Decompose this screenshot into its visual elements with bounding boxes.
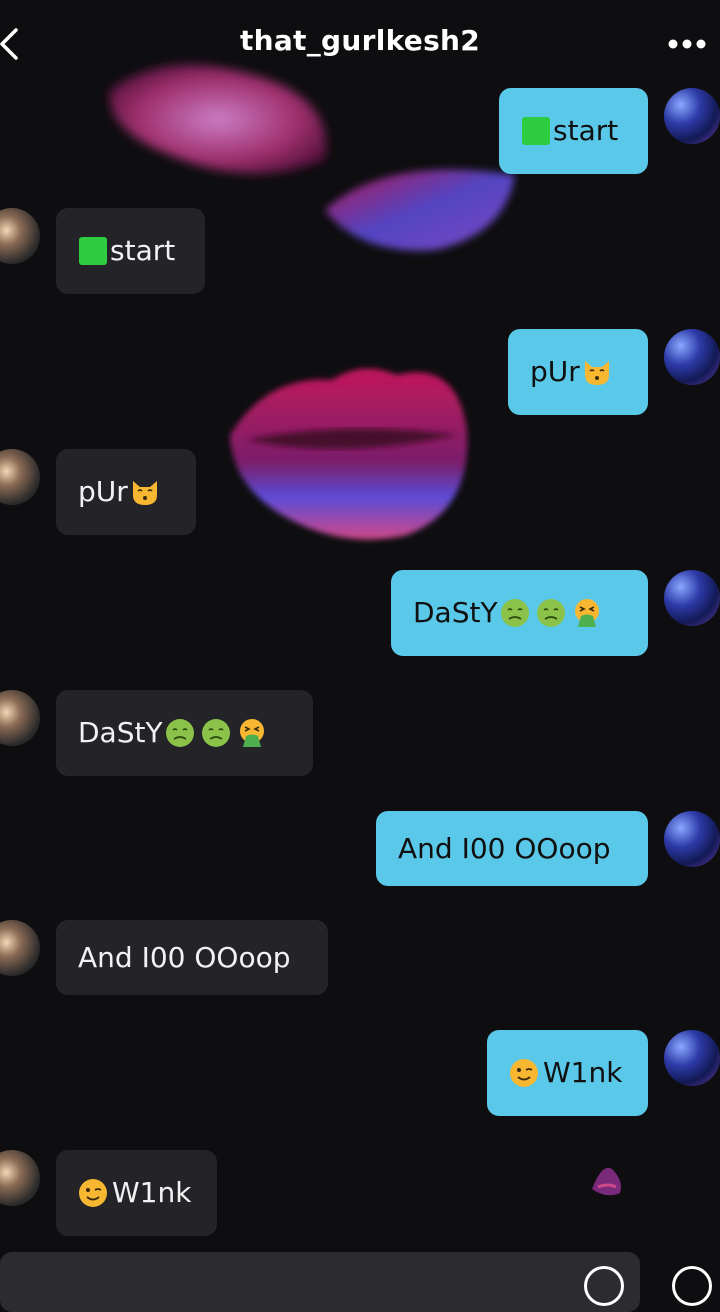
nauseated-face-emoji bbox=[536, 599, 565, 627]
winking-face-emoji bbox=[510, 1059, 538, 1087]
message-bubble-sent[interactable]: pUr bbox=[508, 329, 648, 415]
avatar-mine[interactable] bbox=[664, 570, 720, 626]
avatar-contact[interactable] bbox=[0, 690, 40, 746]
at-mention-icon[interactable] bbox=[672, 1266, 712, 1306]
message-bubble-sent[interactable]: W1nk bbox=[487, 1030, 648, 1116]
message-bubble-sent[interactable]: And I00 OOoop bbox=[376, 811, 648, 886]
message-bubble-received[interactable]: pUr bbox=[56, 449, 196, 535]
lips-sticker-tiny bbox=[592, 1167, 621, 1196]
vomiting-face-emoji bbox=[574, 599, 599, 627]
chat-header: that_gurlkesh2 bbox=[0, 0, 720, 88]
avatar-contact[interactable] bbox=[0, 449, 40, 505]
message-bubble-received[interactable]: And I00 OOoop bbox=[56, 920, 328, 995]
message-input[interactable] bbox=[0, 1252, 640, 1312]
emoji-icon[interactable] bbox=[584, 1266, 624, 1306]
message-text: DaStY bbox=[78, 716, 163, 749]
winking-face-emoji bbox=[79, 1179, 107, 1207]
green-square-emoji bbox=[522, 117, 550, 145]
message-text: And I00 OOoop bbox=[398, 831, 611, 865]
avatar-mine[interactable] bbox=[664, 88, 720, 144]
message-text: pUr bbox=[78, 475, 128, 508]
message-text: W1nk bbox=[112, 1176, 192, 1209]
lips-sticker-small bbox=[325, 169, 515, 251]
avatar-contact[interactable] bbox=[0, 208, 40, 264]
kissing-cat-emoji bbox=[132, 481, 157, 505]
message-bubble-sent[interactable]: DaStY bbox=[391, 570, 648, 656]
nauseated-face-emoji bbox=[165, 719, 194, 747]
message-bubble-received[interactable]: DaStY bbox=[56, 690, 313, 776]
message-bubble-received[interactable]: start bbox=[56, 208, 205, 294]
avatar-mine[interactable] bbox=[664, 811, 720, 867]
avatar-contact[interactable] bbox=[0, 920, 40, 976]
lips-sticker-large bbox=[230, 368, 468, 540]
nauseated-face-emoji bbox=[201, 719, 230, 747]
nauseated-face-emoji bbox=[500, 599, 529, 627]
kissing-cat-emoji bbox=[584, 361, 609, 385]
message-text: start bbox=[110, 234, 176, 267]
message-text: pUr bbox=[530, 355, 580, 388]
message-text: W1nk bbox=[543, 1056, 623, 1089]
avatar-contact[interactable] bbox=[0, 1150, 40, 1206]
message-text: DaStY bbox=[413, 596, 498, 629]
message-text: And I00 OOoop bbox=[78, 940, 291, 974]
message-bubble-received[interactable]: W1nk bbox=[56, 1150, 217, 1236]
more-horizontal-icon[interactable] bbox=[664, 30, 710, 58]
chat-title[interactable]: that_gurlkesh2 bbox=[0, 24, 720, 57]
message-text: start bbox=[553, 114, 619, 147]
avatar-mine[interactable] bbox=[664, 329, 720, 385]
message-bubble-sent[interactable]: start bbox=[499, 88, 648, 174]
vomiting-face-emoji bbox=[239, 719, 264, 747]
avatar-mine[interactable] bbox=[664, 1030, 720, 1086]
green-square-emoji bbox=[79, 237, 107, 265]
